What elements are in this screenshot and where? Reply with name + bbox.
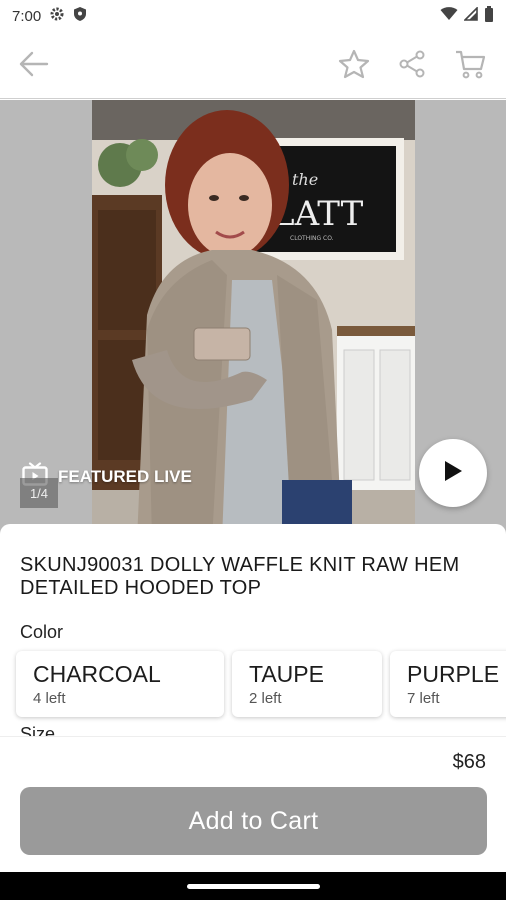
color-option-charcoal[interactable]: CHARCOAL 4 left [16, 651, 224, 717]
add-to-cart-button[interactable]: Add to Cart [20, 787, 487, 855]
sign-text-3: CLOTHING CO. [290, 235, 334, 242]
share-icon [398, 50, 426, 83]
media-counter: 1/4 [20, 478, 58, 508]
featured-live-label: FEATURED LIVE [58, 466, 192, 486]
share-button[interactable] [390, 44, 434, 88]
back-button[interactable] [12, 44, 56, 88]
product-price: $68 [452, 751, 486, 773]
cellular-signal-icon [463, 6, 478, 25]
size-label: Size [20, 724, 56, 736]
status-time: 7:00 [12, 7, 42, 25]
star-icon [338, 49, 370, 84]
top-app-bar [0, 32, 506, 99]
wifi-icon [440, 7, 458, 25]
play-button[interactable] [419, 439, 487, 507]
shield-icon [73, 6, 87, 26]
arrow-left-icon [19, 51, 49, 82]
system-navigation-bar [0, 872, 506, 900]
product-media[interactable]: the LATT CLOTHING CO. FEATURED LIVE 1/4 [0, 100, 506, 540]
color-option-purple[interactable]: PURPLE 7 left [390, 651, 506, 717]
color-label: Color [20, 622, 64, 642]
home-gesture-handle[interactable] [187, 884, 320, 889]
settings-icon [49, 6, 65, 26]
product-details-sheet[interactable]: SKUNJ90031 DOLLY WAFFLE KNIT RAW HEM DET… [0, 524, 506, 736]
color-option-name: TAUPE [249, 661, 324, 687]
color-option-name: PURPLE [407, 661, 500, 687]
shopping-cart-icon [454, 49, 486, 84]
product-title: SKUNJ90031 DOLLY WAFFLE KNIT RAW HEM DET… [20, 554, 460, 599]
play-icon [443, 460, 463, 487]
color-option-name: CHARCOAL [33, 661, 161, 687]
color-option-stock: 2 left [249, 690, 282, 707]
favorite-button[interactable] [332, 44, 376, 88]
color-option-taupe[interactable]: TAUPE 2 left [232, 651, 382, 717]
purchase-footer: $68 Add to Cart [0, 736, 506, 872]
color-option-stock: 7 left [407, 690, 440, 707]
sign-text-1: the [292, 170, 318, 189]
status-bar: 7:00 [0, 0, 506, 32]
color-option-stock: 4 left [33, 690, 66, 707]
battery-icon [484, 6, 494, 26]
cart-button[interactable] [448, 44, 492, 88]
color-options: CHARCOAL 4 left TAUPE 2 left PURPLE 7 le… [16, 651, 506, 717]
